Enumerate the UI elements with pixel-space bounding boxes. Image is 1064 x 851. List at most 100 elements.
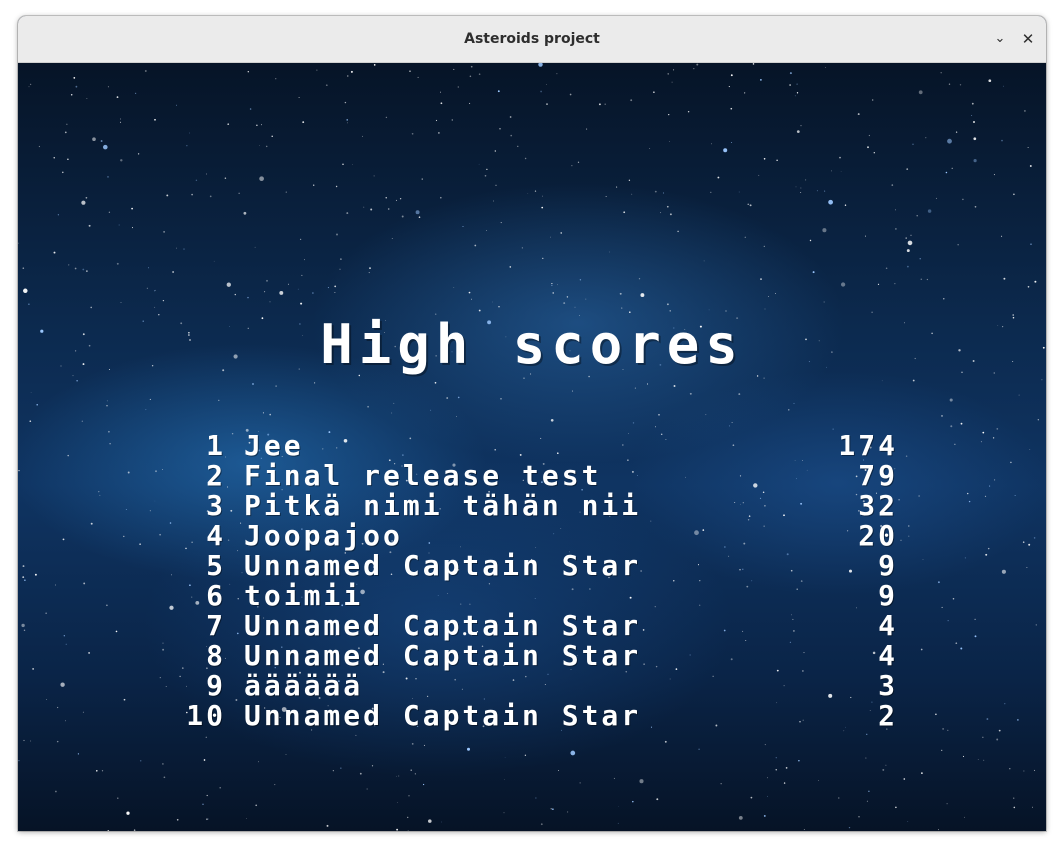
star: [133, 829, 136, 831]
star: [254, 246, 256, 248]
score-name: Unnamed Captain Star: [244, 639, 642, 672]
star: [723, 148, 728, 153]
star: [916, 214, 918, 217]
star: [56, 740, 59, 743]
star: [638, 278, 641, 280]
star: [964, 816, 965, 818]
star: [545, 84, 547, 86]
star: [439, 91, 442, 93]
star: [775, 769, 777, 771]
score-rank: 8: [206, 639, 226, 672]
star: [912, 379, 915, 382]
star: [206, 818, 208, 821]
star: [509, 266, 512, 268]
star: [438, 132, 440, 134]
star: [874, 152, 876, 154]
star: [162, 469, 164, 470]
star: [499, 127, 501, 130]
star: [960, 647, 963, 650]
star: [567, 811, 569, 813]
star: [619, 292, 622, 295]
star: [980, 441, 982, 443]
star: [471, 298, 472, 300]
star: [453, 287, 455, 288]
star: [227, 123, 229, 125]
star: [825, 67, 826, 68]
star: [1027, 147, 1029, 149]
title-bar[interactable]: Asteroids project ⌄ ✕: [18, 16, 1046, 63]
star: [763, 245, 765, 248]
star: [796, 83, 798, 85]
star: [666, 205, 669, 208]
star: [219, 787, 221, 789]
star: [955, 131, 958, 133]
star: [1023, 770, 1025, 772]
star: [738, 815, 743, 820]
star: [373, 64, 376, 66]
star: [1026, 567, 1028, 569]
star: [1027, 285, 1030, 288]
star: [407, 830, 409, 831]
star: [693, 67, 695, 70]
star: [451, 119, 454, 121]
star: [947, 138, 952, 144]
star: [421, 178, 423, 180]
star: [457, 396, 460, 399]
star: [628, 179, 631, 181]
star: [986, 718, 989, 720]
star: [906, 168, 909, 170]
star: [730, 107, 733, 110]
star: [557, 284, 558, 286]
star: [905, 237, 907, 239]
close-icon[interactable]: ✕: [1017, 28, 1039, 50]
star: [108, 430, 110, 433]
game-canvas[interactable]: High scores 1 Jee 174 2 Final release te…: [18, 63, 1046, 831]
star: [1037, 419, 1039, 421]
score-row: 4 Joopajoo 20: [168, 521, 898, 551]
star: [941, 749, 943, 752]
star: [895, 806, 897, 809]
star: [517, 145, 519, 147]
star: [90, 522, 93, 525]
star: [1023, 109, 1026, 112]
star: [430, 409, 432, 411]
star: [803, 829, 805, 831]
star: [824, 190, 826, 192]
star: [818, 780, 819, 781]
star: [408, 795, 410, 797]
star: [149, 510, 151, 512]
score-rank: 7: [206, 609, 226, 642]
star: [96, 770, 98, 772]
star: [314, 382, 316, 384]
star: [865, 235, 866, 237]
star: [22, 576, 25, 578]
star: [399, 198, 402, 200]
star: [81, 200, 86, 205]
star: [395, 199, 397, 201]
star: [53, 251, 56, 254]
star: [478, 73, 481, 76]
star: [538, 63, 543, 67]
star: [950, 425, 953, 428]
score-name: toimii: [244, 579, 364, 612]
star: [973, 121, 975, 123]
star: [946, 803, 948, 805]
star: [55, 790, 57, 793]
star: [457, 86, 459, 88]
star: [542, 257, 544, 260]
star: [118, 224, 120, 226]
star: [206, 794, 208, 797]
star: [154, 500, 156, 502]
star: [247, 71, 249, 73]
star: [155, 470, 157, 473]
star: [22, 267, 25, 269]
star: [534, 190, 537, 192]
star: [542, 195, 543, 197]
star: [785, 767, 788, 769]
star: [947, 620, 949, 622]
star: [336, 233, 338, 236]
chevron-down-icon[interactable]: ⌄: [989, 28, 1011, 50]
star: [941, 415, 943, 417]
window-title: Asteroids project: [464, 31, 600, 47]
star: [895, 209, 896, 211]
